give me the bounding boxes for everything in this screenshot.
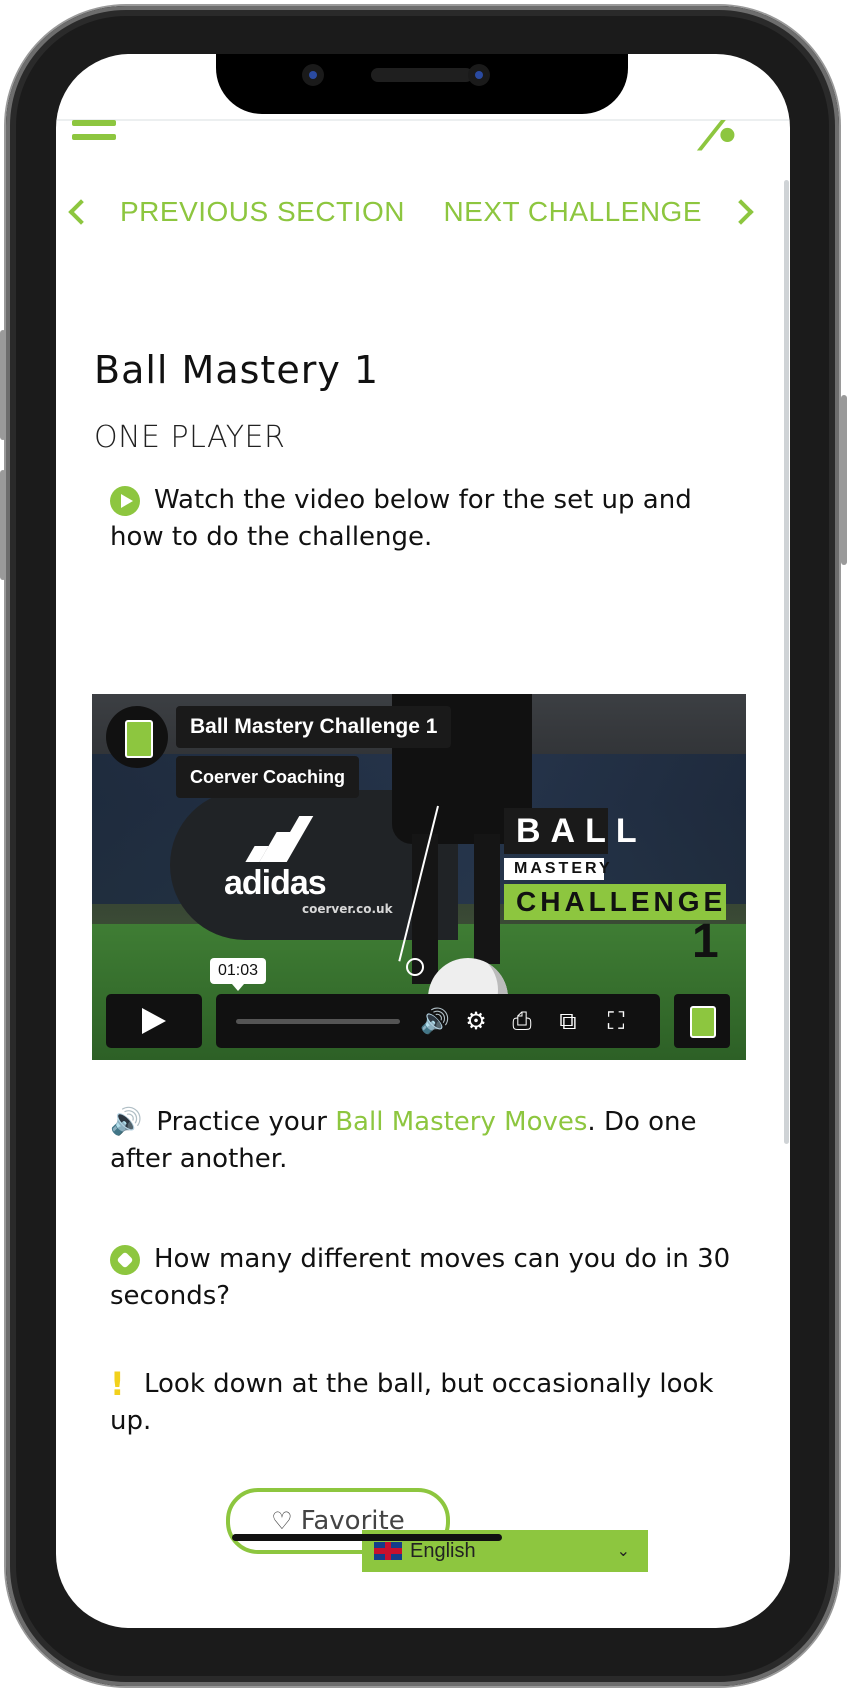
overlay-mastery-text: MASTERY	[504, 858, 610, 880]
soccer-ball-icon	[110, 1244, 140, 1275]
channel-logo-icon[interactable]	[674, 994, 730, 1048]
speaker-icon: 🔊	[110, 1107, 143, 1137]
adidas-logo-icon	[242, 816, 314, 862]
video-controls-bar: 🔊 ⚙ ⎙ ⧉ ⛶	[216, 994, 660, 1048]
exclamation-icon: !	[110, 1365, 125, 1403]
video-player-leg-right	[474, 834, 500, 964]
side-button-left-1	[0, 330, 6, 440]
chevron-down-icon: ⌄	[616, 1543, 630, 1560]
video-time-tooltip: 01:03	[210, 958, 267, 991]
side-button-right	[841, 395, 847, 565]
previous-section-link[interactable]: PREVIOUS SECTION	[68, 196, 405, 228]
play-circle-icon	[110, 485, 140, 516]
next-challenge-label: NEXT CHALLENGE	[443, 196, 702, 227]
settings-gear-icon[interactable]: ⚙	[462, 1007, 490, 1035]
look-instruction: ! Look down at the ball, but occasionally…	[110, 1366, 750, 1440]
front-sensor-icon	[468, 64, 490, 86]
app-screen: ⁄• PREVIOUS SECTION NEXT CHALLENGE Ball …	[56, 54, 790, 1628]
chevron-left-icon	[68, 199, 94, 225]
channel-avatar[interactable]	[106, 706, 168, 768]
previous-section-label: PREVIOUS SECTION	[120, 196, 405, 227]
fullscreen-icon[interactable]: ⛶	[602, 1007, 630, 1035]
page-scrollbar[interactable]	[784, 180, 789, 1144]
front-camera-icon	[302, 64, 324, 86]
how-many-instruction: How many different moves can you do in 3…	[110, 1241, 750, 1315]
ball-mastery-moves-link[interactable]: Ball Mastery Moves	[335, 1107, 587, 1137]
how-many-text: How many different moves can you do in 3…	[110, 1244, 731, 1311]
overlay-ball-text: BALL	[504, 808, 637, 854]
practice-instruction: 🔊 Practice your Ball Mastery Moves. Do on…	[110, 1104, 750, 1178]
overlay-number-text: 1	[692, 915, 719, 968]
video-channel[interactable]: Coerver Coaching	[176, 756, 360, 798]
phone-notch	[216, 54, 628, 114]
chevron-right-icon	[728, 199, 754, 225]
next-challenge-link[interactable]: NEXT CHALLENGE	[443, 196, 754, 228]
header-divider	[56, 119, 790, 121]
earpiece-speaker	[371, 68, 473, 82]
video-pointer-dot	[406, 958, 424, 976]
picture-in-picture-icon[interactable]: ⧉	[554, 1007, 582, 1035]
video-play-button[interactable]	[106, 994, 202, 1048]
brand-logo-icon[interactable]: ⁄•	[708, 114, 740, 160]
home-indicator[interactable]	[232, 1534, 502, 1541]
side-button-left-2	[0, 470, 6, 580]
video-progress-bar[interactable]	[236, 1019, 400, 1024]
watch-text: Watch the video below for the set up and…	[110, 485, 692, 552]
page-title: Ball Mastery 1	[94, 348, 380, 392]
look-text: Look down at the ball, but occasionally …	[110, 1369, 714, 1436]
page-subtitle: ONE PLAYER	[94, 420, 286, 455]
uk-flag-icon	[374, 1542, 402, 1560]
video-brand-text: adidas	[224, 864, 327, 902]
video-player[interactable]: adidas coerver.co.uk Ball Mastery Challe…	[92, 694, 746, 1060]
volume-icon[interactable]: 🔊	[420, 1007, 450, 1035]
video-title[interactable]: Ball Mastery Challenge 1	[176, 706, 452, 748]
menu-icon[interactable]	[72, 120, 116, 148]
practice-prefix: Practice your	[156, 1107, 336, 1137]
watch-instruction: Watch the video below for the set up and…	[110, 482, 750, 556]
airplay-icon[interactable]: ⎙	[508, 1007, 536, 1035]
heart-icon: ♡	[271, 1507, 293, 1535]
language-label: English	[410, 1539, 476, 1562]
video-url-text: coerver.co.uk	[302, 902, 393, 916]
